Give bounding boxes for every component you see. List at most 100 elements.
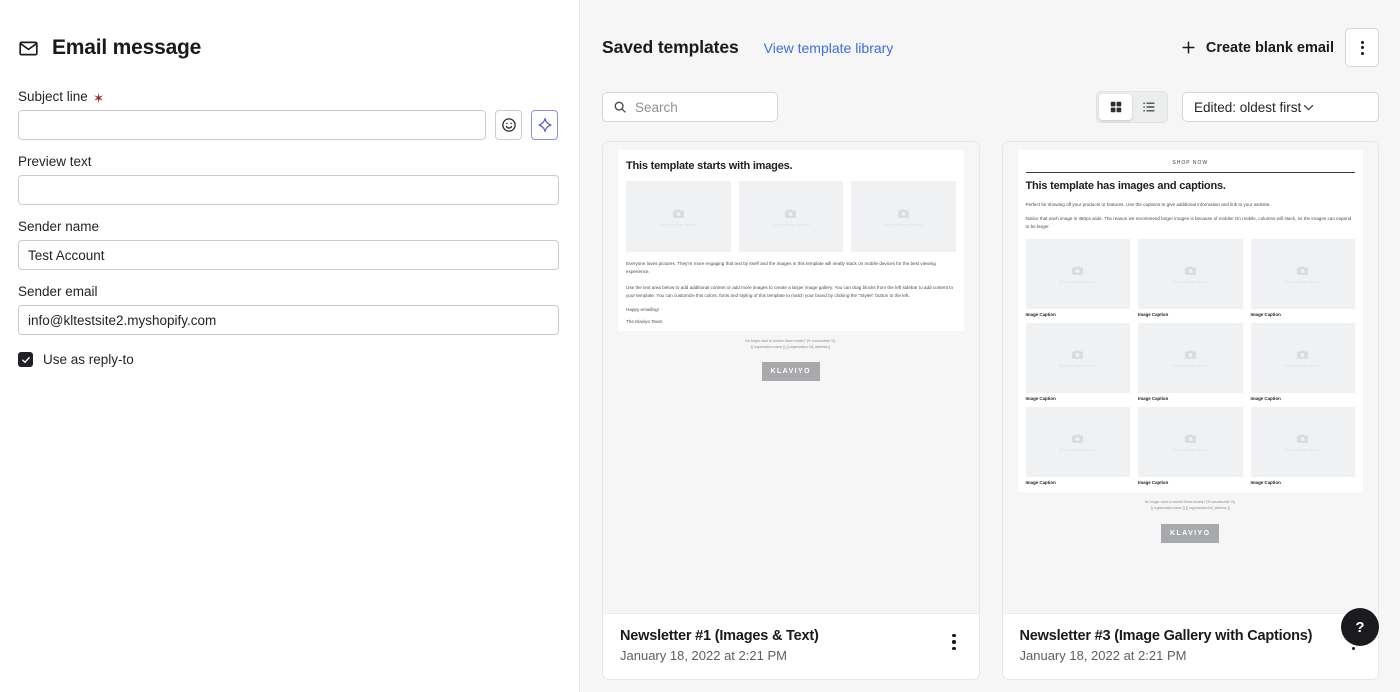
email-preview-body: This template starts with images. Drop a… [618,150,964,331]
template-card-overflow-button[interactable] [946,628,961,656]
email-message-panel: Email message Subject line ✶ Preview tex… [0,0,580,692]
image-placeholder: Drop an image file here [1250,238,1355,309]
image-caption: Image Caption [1250,311,1281,317]
image-placeholder-text: Drop an image file here [1171,279,1210,284]
image-placeholder-text: Drop an image file here [1283,447,1322,452]
preview-text-input[interactable] [18,175,559,205]
image-placeholder: Drop an image file here [1025,238,1130,309]
grid-icon [1110,101,1121,113]
toolbar-right-controls: Edited: oldest first [1096,91,1379,123]
create-blank-email-button[interactable]: Create blank email [1178,33,1336,62]
view-mode-toggle[interactable] [1096,91,1168,123]
camera-icon [1297,434,1309,443]
image-placeholder-text: Drop an image file here [884,222,923,227]
image-placeholder: Drop an image file here [1025,322,1130,393]
klaviyo-logo: KLAVIYO [1161,523,1220,543]
image-caption: Image Caption [1025,479,1056,485]
use-as-reply-to-label: Use as reply-to [43,352,134,367]
plus-icon [1180,39,1197,56]
image-placeholder-text: Drop an image file here [1058,279,1097,284]
subject-line-input-row [18,110,558,140]
create-blank-email-label: Create blank email [1205,39,1334,56]
template-card[interactable]: This template starts with images. Drop a… [602,141,980,680]
preview-caption-row: Image Caption Image Caption Image Captio… [1026,480,1356,485]
use-as-reply-to-row[interactable]: Use as reply-to [18,352,558,367]
preview-paragraph: Everyone loves pictures. They're more en… [626,261,936,274]
template-card-meta: Newsletter #1 (Images & Text) January 18… [620,628,946,663]
list-icon [1142,102,1155,112]
camera-icon [1184,266,1196,275]
preview-caption-row: Image Caption Image Caption Image Captio… [1026,312,1356,317]
image-placeholder-text: Drop an image file here [771,222,810,227]
preview-gallery-row: Drop an image file here Drop an image fi… [1025,406,1355,477]
search-input[interactable] [635,99,767,115]
camera-icon [897,208,909,218]
camera-icon [1297,266,1309,275]
templates-toolbar: Edited: oldest first [602,91,1379,123]
subject-line-input[interactable] [18,110,486,140]
use-as-reply-to-checkbox[interactable] [18,352,33,367]
saved-templates-panel: Saved templates View template library Cr… [580,0,1400,692]
sort-order-select[interactable]: Edited: oldest first [1182,92,1379,122]
camera-icon [1072,434,1084,443]
ai-sparkle-button[interactable] [531,110,558,140]
image-placeholder: Drop an image file here [1138,406,1243,477]
sender-name-label: Sender name [18,219,100,234]
template-card-meta: Newsletter #3 (Image Gallery with Captio… [1020,628,1346,663]
preview-paragraph: Perfect for showing off your products or… [1025,202,1271,207]
kebab-menu-icon [1360,40,1364,55]
template-card-footer: Newsletter #3 (Image Gallery with Captio… [1003,614,1379,679]
preview-heading: This template has images and captions. [1025,180,1226,192]
view-template-library-link[interactable]: View template library [764,40,894,56]
emoji-picker-button[interactable] [495,110,522,140]
klaviyo-logo: KLAVIYO [761,362,820,382]
preview-paragraph: Use the text area below to add additiona… [626,284,954,298]
image-placeholder: Drop an image file here [1138,238,1243,309]
template-name: Newsletter #3 (Image Gallery with Captio… [1019,628,1313,644]
image-caption: Image Caption [1250,395,1281,401]
image-caption: Image Caption [1025,395,1056,401]
image-placeholder: Drop an image file here [626,181,731,252]
camera-icon [1072,266,1084,275]
subject-line-label: Subject line ✶ [18,89,558,105]
image-placeholder: Drop an image file here [1138,322,1243,393]
preview-text-label: Preview text [18,154,92,169]
template-edited-date: January 18, 2022 at 2:21 PM [620,648,787,663]
image-placeholder: Drop an image file here [1250,406,1355,477]
help-button[interactable]: ? [1341,608,1379,646]
template-name: Newsletter #1 (Images & Text) [620,628,819,644]
preview-gallery-row: Drop an image file here Drop an image fi… [1025,238,1355,309]
preview-gallery-row: Drop an image file here Drop an image fi… [1025,322,1355,393]
image-placeholder-text: Drop an image file here [1058,447,1097,452]
image-placeholder-text: Drop an image file here [659,222,698,227]
templates-overflow-button[interactable] [1345,28,1379,67]
preview-signoff: Happy emailing! [626,306,659,312]
camera-icon [1072,350,1084,359]
app-root: Email message Subject line ✶ Preview tex… [0,0,1400,692]
subject-line-label-text: Subject line [18,89,88,104]
field-preview-text: Preview text [18,154,559,205]
saved-templates-title: Saved templates [602,37,739,57]
image-placeholder-text: Drop an image file here [1283,279,1322,284]
template-card-footer: Newsletter #1 (Images & Text) January 18… [603,614,979,679]
camera-icon [1184,434,1196,443]
list-view-button[interactable] [1132,94,1165,120]
templates-header: Saved templates View template library Cr… [602,28,1379,67]
image-caption: Image Caption [1138,479,1169,485]
search-box[interactable] [602,92,778,122]
preview-heading: This template starts with images. [626,160,793,172]
image-caption: Image Caption [1138,395,1169,401]
sender-email-label: Sender email [18,284,98,299]
camera-icon [1184,350,1196,359]
chevron-down-icon [1301,100,1316,115]
sender-name-input[interactable] [18,240,559,270]
envelope-icon [18,38,39,59]
field-sender-name: Sender name [18,219,559,270]
template-card[interactable]: SHOP NOW This template has images and ca… [1001,141,1379,680]
grid-view-button[interactable] [1099,94,1132,120]
sort-order-value: Edited: oldest first [1194,99,1302,115]
camera-icon [785,208,797,218]
sender-email-input[interactable] [18,305,559,335]
field-subject-line: Subject line ✶ [18,89,558,140]
preview-image-row: Drop an image file here Drop an image fi… [626,181,956,252]
